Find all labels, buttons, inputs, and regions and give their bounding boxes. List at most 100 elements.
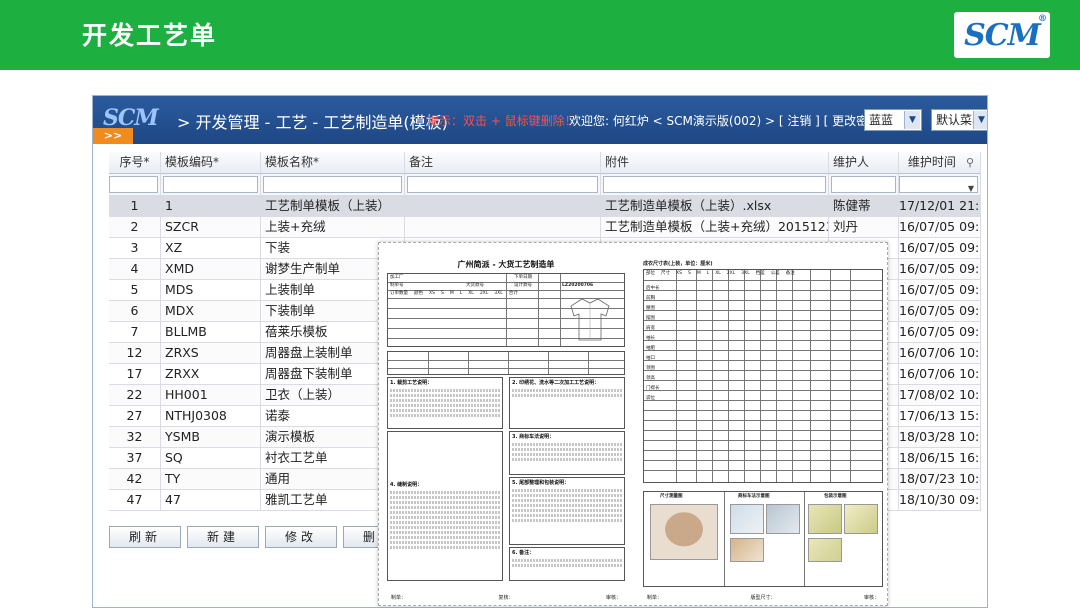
section-sewing-title: 4. 缝制说明： xyxy=(390,482,423,488)
section-finishing: 5. 尾部整理和包装说明： xyxy=(509,477,625,545)
row-remark xyxy=(405,196,601,217)
size-part-label: 袖肥 xyxy=(646,346,655,351)
section-finishing-title: 5. 尾部整理和包装说明： xyxy=(512,480,570,486)
row-time: 16/07/05 09:21 xyxy=(899,301,981,322)
size-chart-table: 部位 尺寸 XS S M L XL 2XL 3XL 档差 公差 备注 后中长 前胸 腰围 摆围 肩宽 袖长 袖肥袖… xyxy=(643,269,883,483)
column-header-attachment[interactable]: 附件 xyxy=(601,152,829,174)
notice-text: 提示：双击 + 鼠标键删除！ xyxy=(427,114,577,128)
row-name: 工艺制单模板（上装） xyxy=(261,196,405,217)
expand-menu-button[interactable]: >> xyxy=(93,128,133,144)
row-no: 32 xyxy=(109,427,161,448)
label-l: L xyxy=(459,291,463,296)
footer-right-maker: 制单： xyxy=(647,595,663,601)
size-header-2xl: 2XL xyxy=(726,271,736,276)
grid-filter-row: ▼ xyxy=(109,174,981,196)
packing-photo-1 xyxy=(808,504,842,534)
footer-review: 复核： xyxy=(498,595,514,601)
label-photo-1 xyxy=(730,504,764,534)
row-no: 7 xyxy=(109,322,161,343)
filter-no[interactable] xyxy=(109,176,158,193)
edit-button[interactable]: 修改 xyxy=(265,526,337,548)
row-no: 12 xyxy=(109,343,161,364)
scm-logo: SCM ® xyxy=(954,12,1050,58)
size-chart-title: 成衣尺寸表(上装，单位：厘米) xyxy=(643,261,713,267)
column-header-maintainer[interactable]: 维护人 xyxy=(829,152,899,174)
label-bulk-style: 大货款号 xyxy=(466,283,484,288)
chevron-down-icon[interactable]: ▼ xyxy=(904,111,920,129)
left-page-footer: 制单： 复核： 审核： xyxy=(387,594,625,601)
filter-time[interactable]: ▼ xyxy=(899,176,978,193)
theme-select[interactable]: 蓝蓝 ▼ xyxy=(864,109,922,131)
row-no: 22 xyxy=(109,385,161,406)
row-no: 47 xyxy=(109,490,161,511)
app-titlebar: SCM >> > 开发管理 - 工艺 - 工艺制造单(模板) 提示：双击 + 鼠… xyxy=(93,96,987,144)
row-no: 1 xyxy=(109,196,161,217)
row-code: NTHJ0308 xyxy=(161,406,261,427)
size-part-label: 摆围 xyxy=(646,316,655,321)
row-code: BLLMB xyxy=(161,322,261,343)
column-header-time[interactable]: 维护时间 ⚲ xyxy=(899,152,981,174)
section-label: 3. 商标车法说明： xyxy=(509,431,625,475)
column-header-name[interactable]: 模板名称* xyxy=(261,152,405,174)
fabric-table xyxy=(387,351,625,375)
menu-select[interactable]: 默认菜单 ▼ xyxy=(931,109,987,131)
process-sheet-preview: 广州简派 - 大货工艺制造单 加工厂 下单日期 制单号 大货款号 设计款号 LZ… xyxy=(378,242,888,606)
column-header-no[interactable]: 序号* xyxy=(109,152,161,174)
table-row[interactable]: 2SZCR上装+充绒 工艺制造单模板（上装+充绒）20151231.xlsx刘丹1… xyxy=(109,217,981,238)
section-printing: 2. 印绣花、洗水等二次加工工艺说明： xyxy=(509,377,625,429)
column-header-code[interactable]: 模板编码* xyxy=(161,152,261,174)
theme-select-value: 蓝蓝 xyxy=(869,113,894,127)
row-no: 5 xyxy=(109,280,161,301)
refresh-button[interactable]: 刷新 xyxy=(109,526,181,548)
size-part-label: 后中长 xyxy=(646,286,660,291)
chevron-down-icon[interactable]: ▼ xyxy=(973,111,987,129)
row-attachment[interactable]: 工艺制造单模板（上装）.xlsx xyxy=(601,196,829,217)
label-xl: XL xyxy=(468,291,474,296)
column-header-remark[interactable]: 备注 xyxy=(405,152,601,174)
filter-code[interactable] xyxy=(163,176,258,193)
grid-header: 序号* 模板编码* 模板名称* 备注 附件 维护人 维护时间 ⚲ xyxy=(109,152,981,174)
row-attachment[interactable]: 工艺制造单模板（上装+充绒）20151231.xlsx xyxy=(601,217,829,238)
size-header-m: M xyxy=(696,271,701,276)
row-time: 18/03/28 10:09 xyxy=(899,427,981,448)
label-photo-2 xyxy=(766,504,800,534)
row-no: 17 xyxy=(109,364,161,385)
size-chart-header: 部位 尺寸 XS S M L XL 2XL 3XL 档差 公差 备注 xyxy=(646,271,795,277)
table-row[interactable]: 1 1 工艺制单模板（上装） 工艺制造单模板（上装）.xlsx 陈健蒂 17/12/01 … xyxy=(109,196,981,217)
filter-remark[interactable] xyxy=(407,176,598,193)
chevron-down-icon[interactable]: ▼ xyxy=(968,179,974,195)
process-sheet-right-page: 成衣尺寸表(上装，单位：厘米) 部位 尺寸 XS S M L XL 2XL 3XL 档差 公差 备注 … xyxy=(643,247,883,603)
slide-header: 开发工艺单 SCM ® xyxy=(0,0,1080,70)
registered-mark: ® xyxy=(1038,14,1047,24)
measurement-photo xyxy=(650,504,718,560)
row-time: 16/07/05 09:21 xyxy=(899,217,981,238)
size-part-label: 门襟长 xyxy=(646,386,660,391)
section-printing-title: 2. 印绣花、洗水等二次加工工艺说明： xyxy=(512,380,600,386)
row-no: 37 xyxy=(109,448,161,469)
size-header-row: 订单数量 颜色 XS S M L XL 2XL 3XL 合计 xyxy=(390,291,518,297)
label-s: S xyxy=(440,291,444,296)
size-header-tolerance: 公差 xyxy=(770,271,780,276)
row-no: 2 xyxy=(109,217,161,238)
photo-title-packing: 包装示意图 xyxy=(824,494,847,499)
section-label-title: 3. 商标车法说明： xyxy=(512,434,555,440)
new-button[interactable]: 新建 xyxy=(187,526,259,548)
size-part-list: 后中长 前胸 腰围 摆围 肩宽 袖长 袖肥 袖口 领围 领高 门襟长 袋位 xyxy=(646,286,660,406)
filter-attachment[interactable] xyxy=(603,176,826,193)
row-no: 4 xyxy=(109,259,161,280)
label-order-date: 下单日期 xyxy=(514,275,532,280)
label-total: 合计 xyxy=(508,291,518,296)
design-style-value: LZ20200706 xyxy=(562,283,594,288)
size-header-s: S xyxy=(687,271,691,276)
row-code: XMD xyxy=(161,259,261,280)
filter-name[interactable] xyxy=(263,176,402,193)
pin-icon[interactable]: ⚲ xyxy=(966,156,974,169)
size-header-note: 备注 xyxy=(785,271,795,276)
size-part-label: 前胸 xyxy=(646,296,655,301)
row-time: 18/10/30 09:34 xyxy=(899,490,981,511)
row-time: 16/07/05 09:21 xyxy=(899,322,981,343)
packing-photo-2 xyxy=(844,504,878,534)
filter-maintainer[interactable] xyxy=(831,176,896,193)
welcome-text[interactable]: 欢迎您: 何红炉 < SCM演示版(002) > [ 注销 ] [ 更改密码 ] xyxy=(569,112,889,129)
row-time: 18/06/15 16:39 xyxy=(899,448,981,469)
